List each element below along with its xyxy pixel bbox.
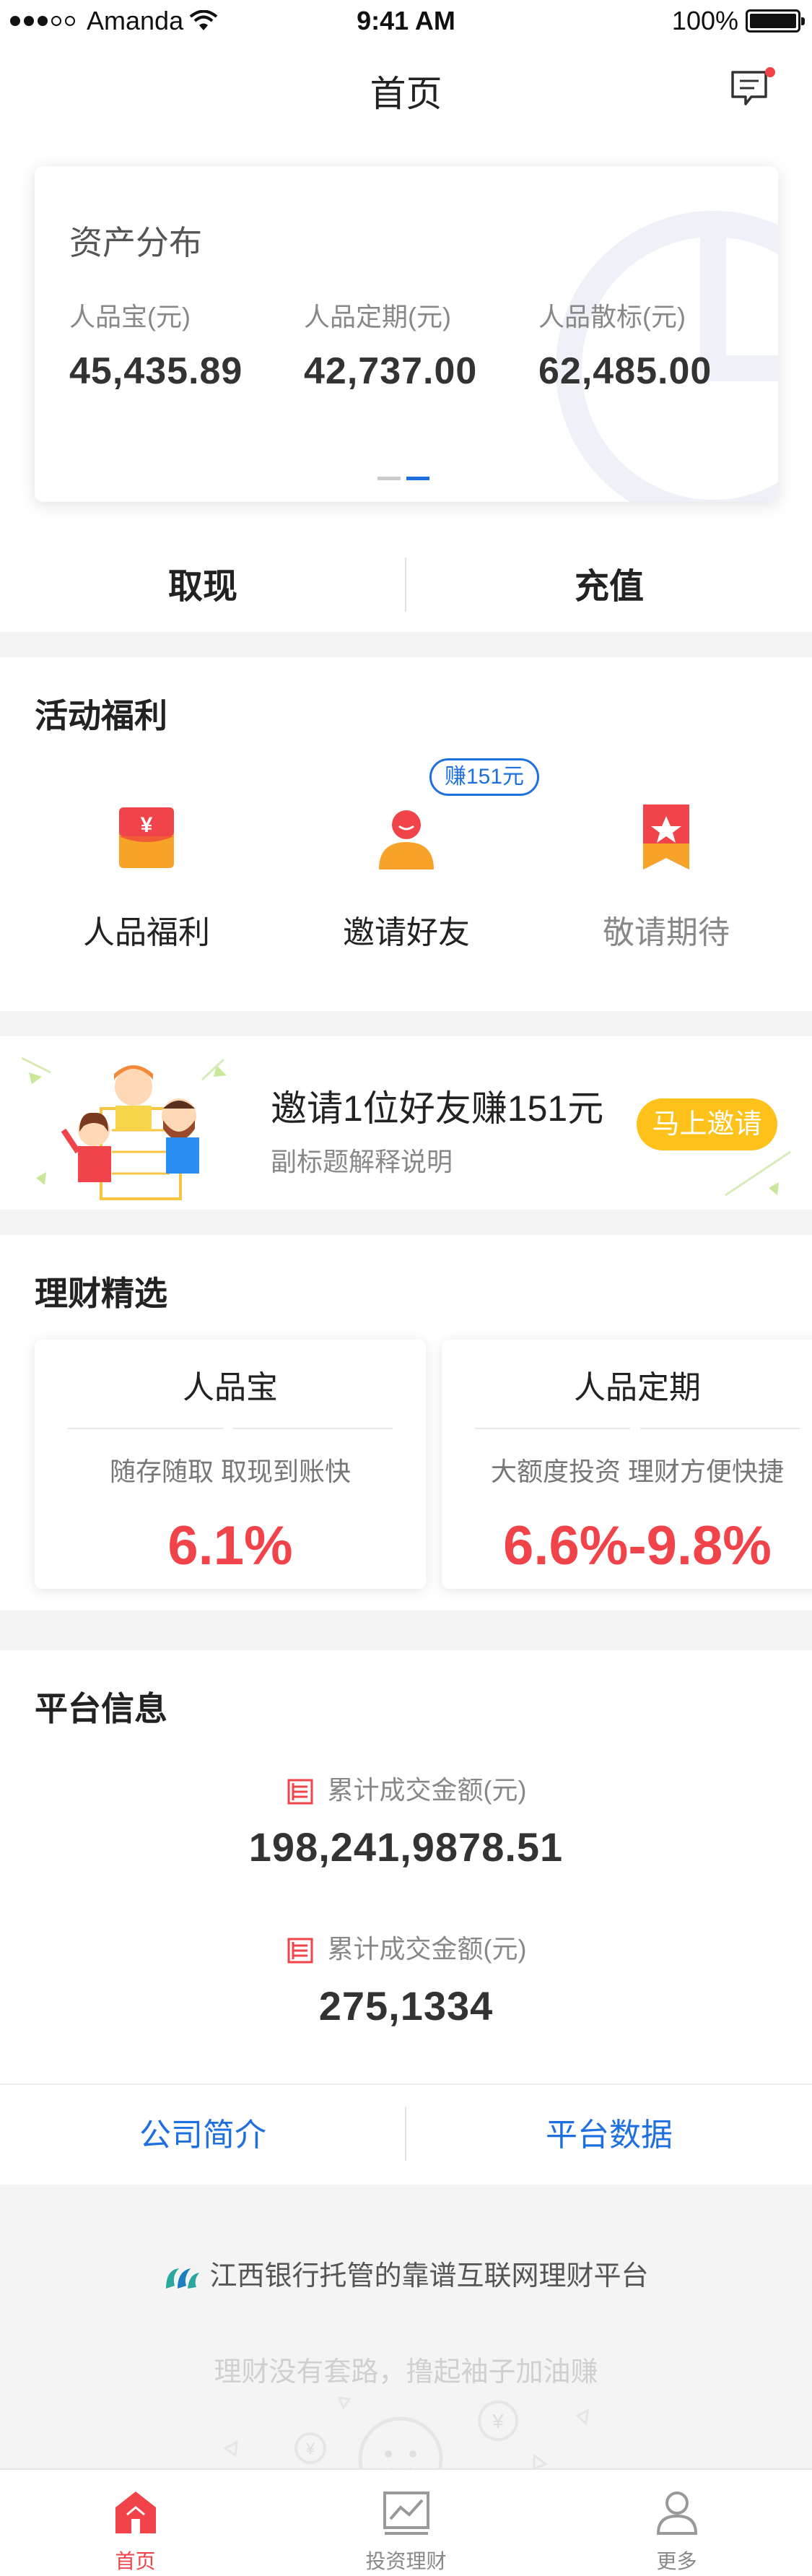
asset-title: 资产分布 — [69, 224, 202, 261]
list-doc-icon — [287, 1938, 313, 1964]
invite-banner[interactable]: 邀请1位好友赚151元 副标题解释说明 马上邀请 — [0, 1036, 812, 1210]
welfare-section: 活动福利 ¥ 人品福利 邀请好友 赚151元 敬请期待 — [0, 657, 812, 1011]
tab-more[interactable]: 更多 — [541, 2470, 812, 2576]
recharge-button[interactable]: 充值 — [406, 542, 812, 632]
svg-text:¥: ¥ — [492, 2410, 504, 2432]
user-icon — [656, 2492, 697, 2535]
status-bar: Amanda 9:41 AM 100% — [0, 0, 812, 43]
section-title: 理财精选 — [35, 1275, 167, 1312]
product-desc: 随存随取 取现到账快 — [109, 1457, 351, 1486]
tab-label: 更多 — [656, 2550, 697, 2572]
product-desc: 大额度投资 理财方便快捷 — [490, 1457, 784, 1486]
home-icon — [115, 2492, 156, 2533]
svg-text:¥: ¥ — [305, 2440, 315, 2458]
top-area: 资产分布 人品宝(元) 45,435.89 人品定期(元) 42,737.00 … — [0, 137, 812, 632]
page-title: 首页 — [370, 74, 442, 114]
divider — [68, 1423, 393, 1434]
bank-logo-icon — [166, 2268, 200, 2289]
battery-info: 100% — [671, 6, 805, 36]
asset-item: 人品宝(元) 45,435.89 — [69, 296, 243, 393]
product-card[interactable]: 人品宝 随存随取 取现到账快 6.1% — [35, 1340, 426, 1589]
footer: 江西银行托管的靠谱互联网理财平台 理财没有套路，撸起袖子加油赚 ¥ ¥ — [0, 2185, 812, 2470]
pager-dot-active[interactable] — [406, 477, 429, 480]
welfare-item-invite[interactable]: 邀请好友 — [298, 794, 515, 953]
chart-icon — [383, 2492, 429, 2535]
carousel-pager[interactable] — [377, 477, 429, 480]
stat-label: 累计成交金额(元) — [327, 1775, 527, 1805]
asset-label: 人品定期(元) — [304, 302, 451, 331]
welfare-label: 人品福利 — [83, 915, 210, 950]
product-rate: 6.6%-9.8% — [503, 1515, 772, 1577]
product-card[interactable]: 人品定期 大额度投资 理财方便快捷 6.6%-9.8% — [442, 1340, 812, 1589]
battery-percent: 100% — [671, 6, 738, 35]
tab-bar: 首页 投资理财 更多 — [0, 2468, 812, 2576]
stat-value: 275,1334 — [318, 1983, 494, 2029]
friends-illustration-icon — [22, 1057, 227, 1200]
footer-brand-text: 江西银行托管的靠谱互联网理财平台 — [209, 2261, 649, 2291]
asset-item: 人品定期(元) 42,737.00 — [304, 296, 477, 393]
asset-value: 45,435.89 — [69, 350, 243, 392]
company-intro-link[interactable]: 公司简介 — [0, 2085, 406, 2186]
product-rate: 6.1% — [167, 1515, 293, 1577]
stat-label: 累计成交金额(元) — [327, 1934, 527, 1964]
welfare-item-coming-soon[interactable]: 敬请期待 — [558, 794, 774, 953]
tab-label: 首页 — [115, 2550, 156, 2572]
list-doc-icon — [287, 1779, 313, 1805]
action-row: 取现 充值 — [0, 542, 812, 632]
stat-label-row: 累计成交金额(元) — [0, 1928, 812, 1966]
stat-value: 198,241,9878.51 — [248, 1824, 564, 1870]
asset-item: 人品散标(元) 62,485.00 — [538, 296, 712, 393]
svg-text:¥: ¥ — [141, 813, 153, 837]
welfare-label: 敬请期待 — [603, 915, 730, 950]
section-title: 平台信息 — [35, 1690, 167, 1727]
welfare-label: 邀请好友 — [343, 915, 470, 950]
tab-home[interactable]: 首页 — [0, 2470, 271, 2576]
product-name: 人品宝 — [183, 1370, 278, 1405]
nav-bar: 首页 — [0, 43, 812, 137]
platform-data-link[interactable]: 平台数据 — [406, 2085, 812, 2186]
tab-label: 投资理财 — [365, 2550, 447, 2572]
divider — [475, 1423, 800, 1434]
mascot-illustration-icon: ¥ ¥ — [223, 2396, 589, 2470]
invite-friend-icon — [379, 810, 434, 869]
star-ribbon-icon — [643, 805, 689, 869]
section-title: 活动福利 — [35, 697, 167, 734]
banner-title: 邀请1位好友赚151元 — [271, 1088, 604, 1129]
invite-reward-badge: 赚151元 — [429, 758, 540, 796]
decor-lines-icon — [725, 1150, 791, 1197]
asset-card[interactable]: 资产分布 人品宝(元) 45,435.89 人品定期(元) 42,737.00 … — [35, 166, 778, 502]
footer-brand: 江西银行托管的靠谱互联网理财平台 — [0, 2253, 812, 2293]
battery-icon — [746, 9, 805, 32]
asset-value: 62,485.00 — [538, 350, 712, 392]
message-icon — [731, 67, 775, 105]
asset-label: 人品散标(元) — [538, 302, 686, 331]
message-button[interactable] — [730, 66, 776, 110]
red-packet-icon: ¥ — [119, 807, 174, 868]
product-name: 人品定期 — [574, 1370, 701, 1405]
welfare-item-benefit[interactable]: ¥ 人品福利 — [38, 794, 255, 953]
platform-links: 公司简介 平台数据 — [0, 2083, 812, 2185]
stat-label-row: 累计成交金额(元) — [0, 1769, 812, 1807]
products-section: 理财精选 人品宝 随存随取 取现到账快 6.1% 人品定期 大额度投资 理财方便… — [0, 1235, 812, 1610]
asset-value: 42,737.00 — [304, 350, 478, 392]
pager-dot[interactable] — [377, 477, 401, 480]
tab-invest[interactable]: 投资理财 — [271, 2470, 541, 2576]
platform-section: 平台信息 累计成交金额(元) 198,241,9878.51 累计成交金额(元)… — [0, 1650, 812, 2083]
withdraw-button[interactable]: 取现 — [0, 542, 406, 632]
asset-label: 人品宝(元) — [69, 302, 191, 331]
banner-subtitle: 副标题解释说明 — [271, 1147, 453, 1176]
